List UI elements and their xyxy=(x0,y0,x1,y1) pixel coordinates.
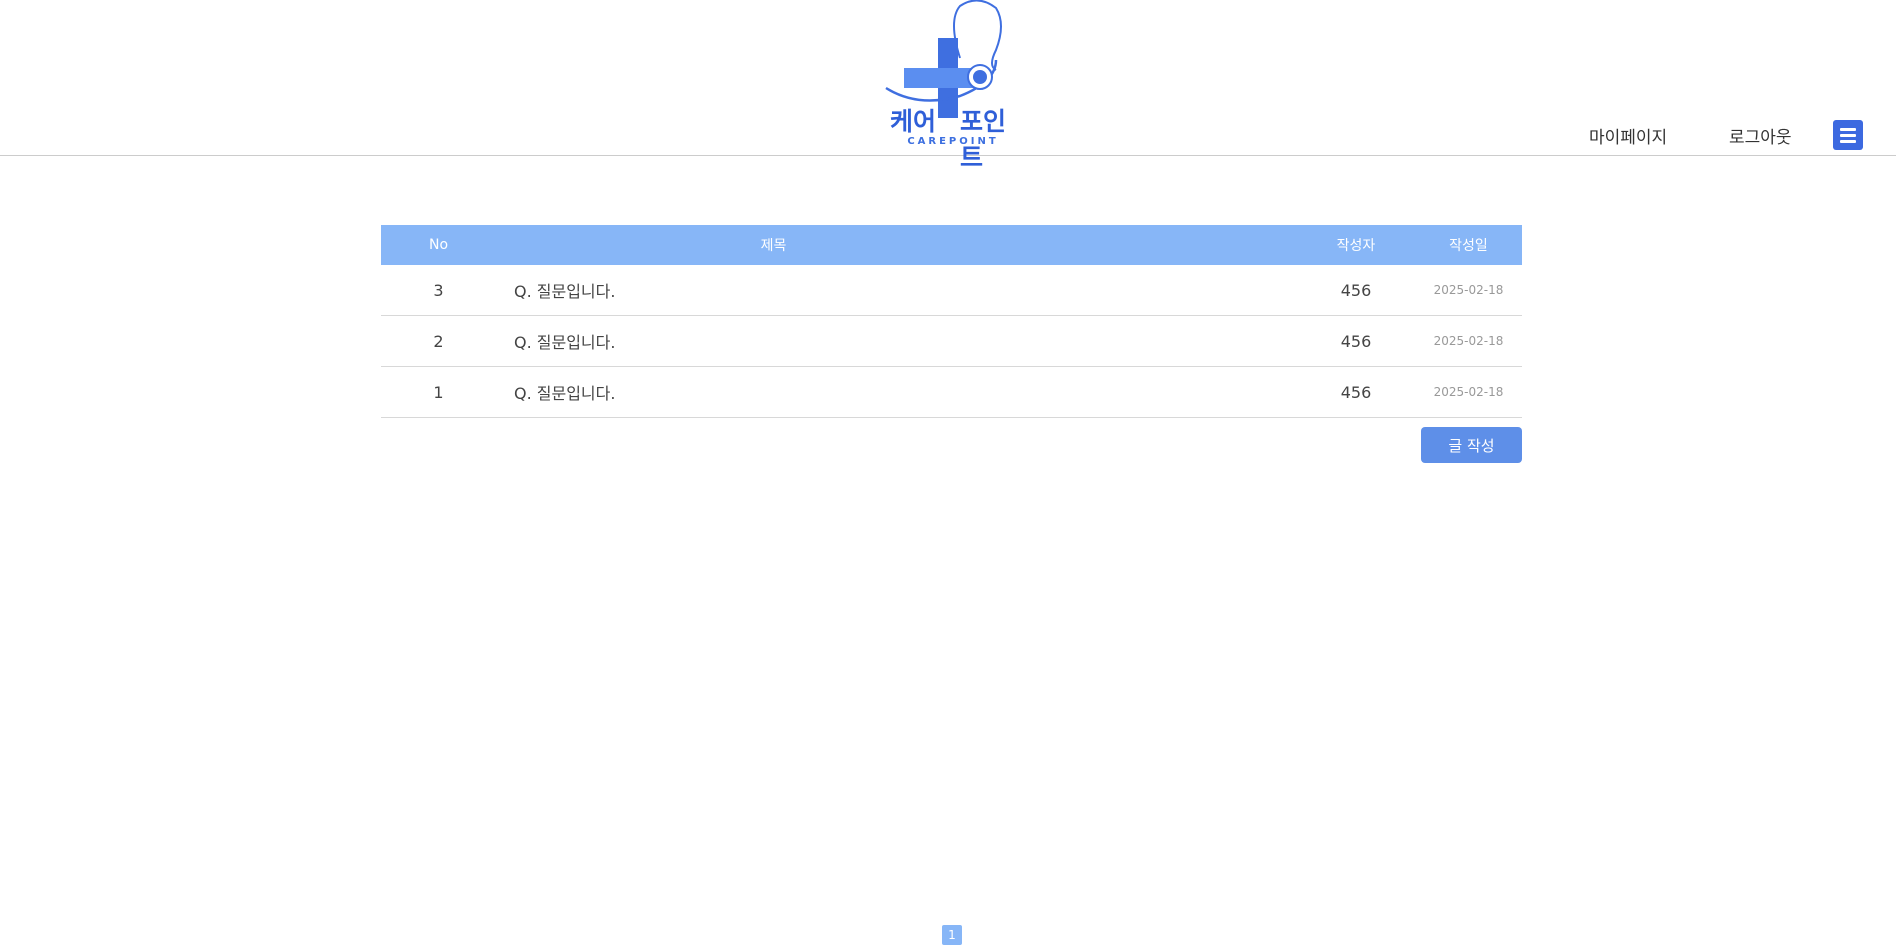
row-date: 2025-02-18 xyxy=(1433,385,1504,399)
mypage-link[interactable]: 마이페이지 xyxy=(1589,123,1667,148)
table-row[interactable]: 3 Q. 질문입니다. 456 2025-02-18 xyxy=(381,265,1522,316)
header-date: 작성일 xyxy=(1449,238,1488,254)
row-date: 2025-02-18 xyxy=(1433,334,1504,348)
table-row[interactable]: 2 Q. 질문입니다. 456 2025-02-18 xyxy=(381,316,1522,367)
row-title-link[interactable]: Q. 질문입니다. xyxy=(514,265,1114,315)
table-header: No 제목 작성자 작성일 xyxy=(381,225,1522,265)
row-title-link[interactable]: Q. 질문입니다. xyxy=(514,316,1114,366)
hamburger-menu-icon xyxy=(1840,134,1856,137)
logout-link[interactable]: 로그아웃 xyxy=(1729,123,1792,148)
pagination-page-1[interactable]: 1 xyxy=(942,925,962,945)
header-no: No xyxy=(428,237,449,253)
site-header: 케어 포인트 CAREPOINT 마이페이지 로그아웃 xyxy=(0,0,1896,172)
row-no: 1 xyxy=(433,382,444,402)
write-post-button[interactable]: 글 작성 xyxy=(1421,427,1522,463)
logo-text-part1: 케어 xyxy=(890,107,937,136)
hamburger-menu-icon xyxy=(1840,140,1856,143)
row-writer: 456 xyxy=(1340,280,1372,300)
row-writer: 456 xyxy=(1340,382,1372,402)
table-row[interactable]: 1 Q. 질문입니다. 456 2025-02-18 xyxy=(381,367,1522,418)
logo-subtitle: CAREPOINT xyxy=(907,136,999,147)
qna-board: No 제목 작성자 작성일 3 Q. 질문입니다. 456 2025-02-18… xyxy=(381,225,1522,463)
menu-button[interactable] xyxy=(1833,120,1863,150)
row-date: 2025-02-18 xyxy=(1433,283,1504,297)
hamburger-menu-icon xyxy=(1840,128,1856,131)
carepoint-logo[interactable]: 케어 포인트 CAREPOINT xyxy=(878,0,1028,172)
row-writer: 456 xyxy=(1340,331,1372,351)
row-title-link[interactable]: Q. 질문입니다. xyxy=(514,367,1114,417)
header-title: 제목 xyxy=(760,238,787,254)
row-no: 3 xyxy=(433,280,444,300)
header-writer: 작성자 xyxy=(1336,238,1376,254)
row-no: 2 xyxy=(433,331,444,351)
